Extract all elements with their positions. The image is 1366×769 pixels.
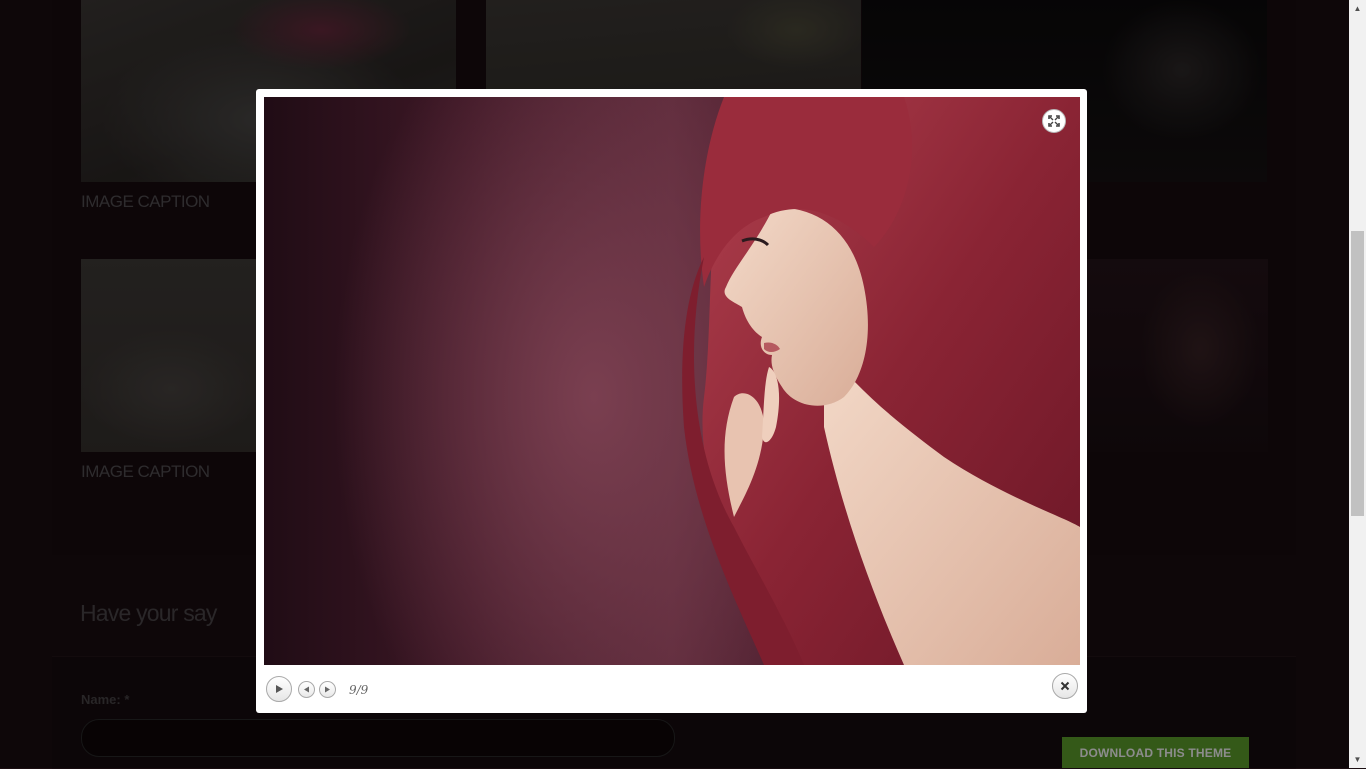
lightbox-window — [256, 89, 1087, 713]
portrait-illustration — [682, 97, 1080, 665]
close-icon — [1060, 681, 1070, 691]
next-icon — [325, 686, 330, 693]
scroll-up-arrow-icon[interactable]: ▲ — [1349, 0, 1366, 17]
slideshow-play-button[interactable] — [266, 676, 292, 702]
expand-icon — [1048, 115, 1060, 127]
image-counter: 9/9 — [349, 683, 369, 697]
scrollbar-thumb[interactable] — [1351, 231, 1364, 516]
scroll-down-arrow-icon[interactable]: ▼ — [1349, 751, 1366, 768]
lightbox-photo — [264, 97, 1080, 665]
close-lightbox-button[interactable] — [1052, 673, 1078, 699]
prev-icon — [304, 686, 309, 693]
expand-button[interactable] — [1042, 109, 1066, 133]
previous-image-button[interactable] — [298, 681, 315, 698]
page-scrollbar[interactable]: ▲ ▼ — [1349, 0, 1366, 768]
next-image-button[interactable] — [319, 681, 336, 698]
play-icon — [276, 685, 283, 693]
